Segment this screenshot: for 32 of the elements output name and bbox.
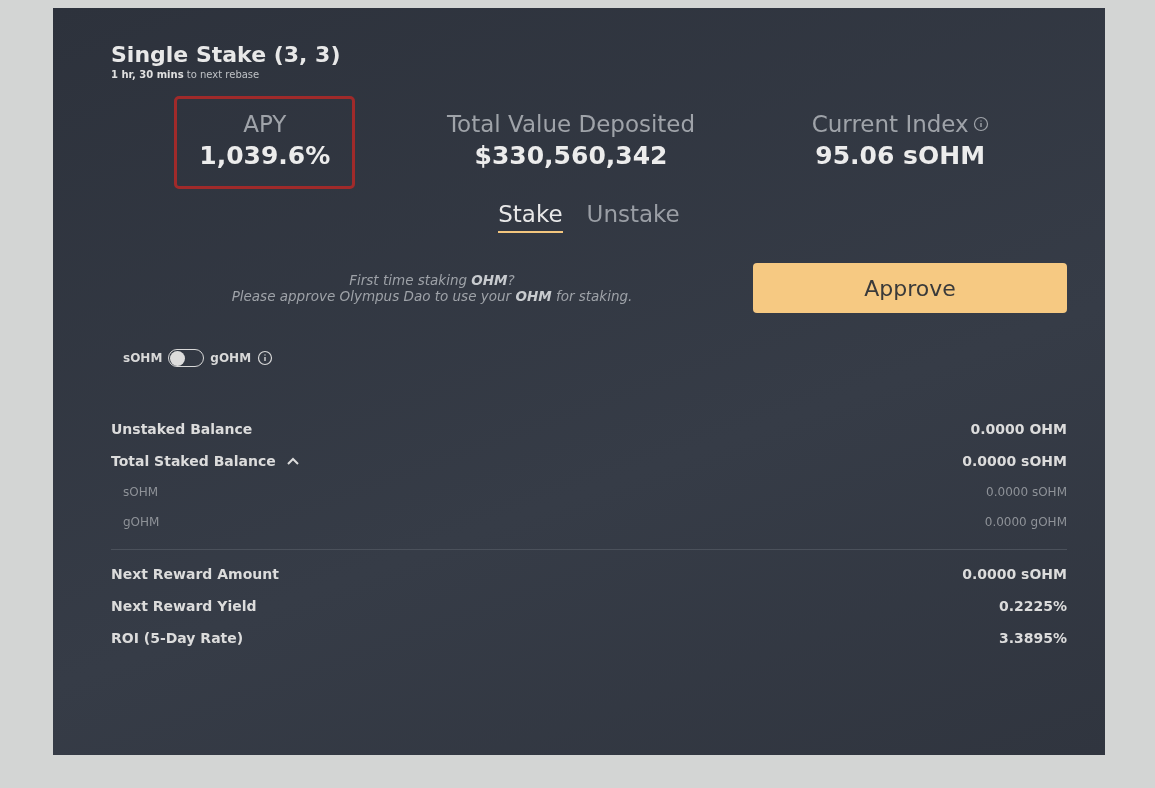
reward-label: Next Reward Yield	[111, 598, 257, 614]
card-title: Single Stake (3, 3)	[111, 42, 342, 67]
metric-value: 95.06 sOHM	[815, 141, 986, 170]
info-icon	[257, 350, 274, 366]
tab[interactable]: Unstake	[586, 199, 680, 233]
balance-label: sOHM	[123, 485, 159, 499]
balance-label: Total Staked Balance	[111, 453, 276, 469]
reward-value: 3.3895%	[998, 630, 1067, 646]
reward-label: Next Reward Amount	[111, 566, 279, 582]
balance-label: gOHM	[123, 515, 160, 529]
tab[interactable]: Stake	[498, 199, 563, 233]
balance-value: 0.0000 sOHM	[962, 453, 1067, 469]
metric-value: 1,039.6%	[199, 141, 331, 170]
toggle-label: gOHM	[210, 351, 252, 365]
metric-label: Current Index	[811, 111, 969, 137]
balance-value: 0.0000 OHM	[970, 421, 1067, 437]
metric-label: APY	[243, 111, 287, 137]
approval-message: First time staking OHM?	[349, 272, 515, 288]
info-icon	[972, 116, 989, 132]
chevron-icon[interactable]	[285, 456, 300, 466]
balance-label: Unstaked Balance	[111, 421, 253, 437]
metric-label: Total Value Deposited	[446, 111, 696, 137]
reward-value: 0.0000 sOHM	[962, 566, 1067, 582]
metric-value: $330,560,342	[474, 141, 668, 170]
reward-label: ROI (5-Day Rate)	[111, 630, 244, 646]
approve-button[interactable]: Approve	[753, 263, 1067, 313]
reward-value: 0.2225%	[998, 598, 1067, 614]
toggle-label: sOHM	[123, 351, 163, 365]
rebase-countdown: 1 hr, 30 mins to next rebase	[111, 69, 261, 80]
approval-message: Please approve Olympus Dao to use your OHM for staking.	[231, 288, 633, 304]
balance-value: 0.0000 sOHM	[986, 485, 1067, 499]
balance-value: 0.0000 gOHM	[984, 515, 1067, 529]
